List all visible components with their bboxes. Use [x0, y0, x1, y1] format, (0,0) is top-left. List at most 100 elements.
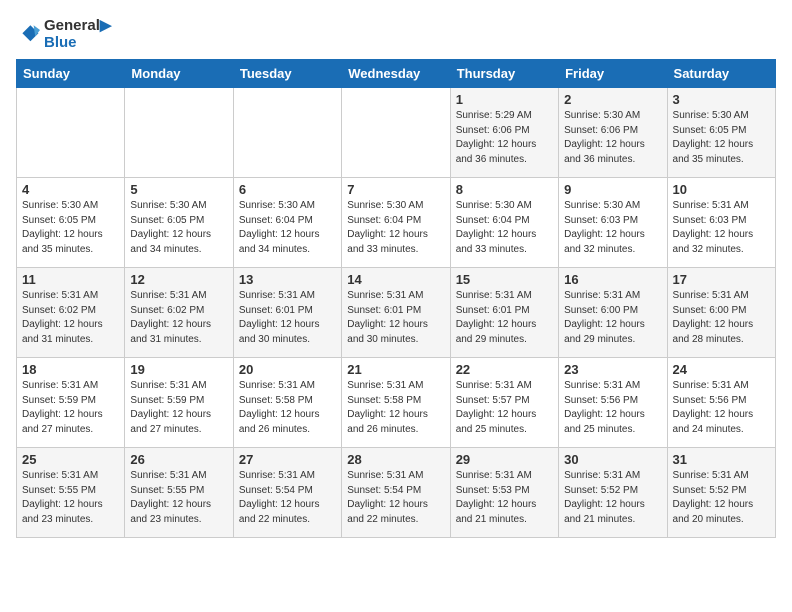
calendar-cell: [233, 88, 341, 178]
day-info: Sunrise: 5:31 AMSunset: 6:00 PMDaylight:…: [673, 289, 770, 347]
calendar-cell: 13Sunrise: 5:31 AMSunset: 6:01 PMDayligh…: [233, 268, 341, 358]
day-info: Sunrise: 5:31 AMSunset: 5:56 PMDaylight:…: [673, 379, 770, 437]
col-thursday: Thursday: [450, 60, 558, 88]
day-number: 16: [564, 272, 661, 287]
calendar-cell: 29Sunrise: 5:31 AMSunset: 5:53 PMDayligh…: [450, 448, 558, 538]
day-info: Sunrise: 5:30 AMSunset: 6:03 PMDaylight:…: [564, 199, 661, 257]
calendar-cell: 30Sunrise: 5:31 AMSunset: 5:52 PMDayligh…: [559, 448, 667, 538]
day-number: 14: [347, 272, 444, 287]
day-info: Sunrise: 5:31 AMSunset: 5:56 PMDaylight:…: [564, 379, 661, 437]
calendar-week-1: 1 Sunrise: 5:29 AMSunset: 6:06 PMDaylight…: [17, 88, 776, 178]
day-info: Sunrise: 5:30 AMSunset: 6:05 PMDaylight:…: [22, 199, 119, 257]
day-number: 30: [564, 452, 661, 467]
calendar-cell: 28 Sunrise: 5:31 AMSunset: 5:54 PMDayligh…: [342, 448, 450, 538]
day-info: Sunrise: 5:31 AMSunset: 5:57 PMDaylight:…: [456, 379, 553, 437]
day-number: 17: [673, 272, 770, 287]
calendar-cell: 14 Sunrise: 5:31 AMSunset: 6:01 PMDayligh…: [342, 268, 450, 358]
day-number: 18: [22, 362, 119, 377]
day-number: 8: [456, 182, 553, 197]
calendar-cell: 11 Sunrise: 5:31 AMSunset: 6:02 PMDayligh…: [17, 268, 125, 358]
calendar-cell: 5 Sunrise: 5:30 AMSunset: 6:05 PMDaylight…: [125, 178, 233, 268]
page-header: General▶ Blue: [16, 16, 776, 51]
col-wednesday: Wednesday: [342, 60, 450, 88]
day-info: Sunrise: 5:30 AMSunset: 6:05 PMDaylight:…: [673, 109, 770, 167]
calendar-cell: [125, 88, 233, 178]
day-number: 25: [22, 452, 119, 467]
calendar-cell: 24Sunrise: 5:31 AMSunset: 5:56 PMDayligh…: [667, 358, 775, 448]
calendar-week-3: 11 Sunrise: 5:31 AMSunset: 6:02 PMDayligh…: [17, 268, 776, 358]
day-number: 26: [130, 452, 227, 467]
col-tuesday: Tuesday: [233, 60, 341, 88]
calendar-cell: 27 Sunrise: 5:31 AMSunset: 5:54 PMDayligh…: [233, 448, 341, 538]
logo: General▶ Blue: [16, 16, 111, 51]
calendar-cell: 18 Sunrise: 5:31 AMSunset: 5:59 PMDayligh…: [17, 358, 125, 448]
day-number: 2: [564, 92, 661, 107]
day-info: Sunrise: 5:31 AMSunset: 5:55 PMDaylight:…: [22, 469, 119, 527]
calendar-cell: 10 Sunrise: 5:31 AMSunset: 6:03 PMDayligh…: [667, 178, 775, 268]
calendar-cell: 16 Sunrise: 5:31 AMSunset: 6:00 PMDayligh…: [559, 268, 667, 358]
day-number: 20: [239, 362, 336, 377]
col-sunday: Sunday: [17, 60, 125, 88]
day-number: 23: [564, 362, 661, 377]
day-info: Sunrise: 5:31 AMSunset: 5:52 PMDaylight:…: [673, 469, 770, 527]
calendar-cell: 31 Sunrise: 5:31 AMSunset: 5:52 PMDayligh…: [667, 448, 775, 538]
day-number: 31: [673, 452, 770, 467]
day-info: Sunrise: 5:30 AMSunset: 6:04 PMDaylight:…: [239, 199, 336, 257]
day-info: Sunrise: 5:30 AMSunset: 6:04 PMDaylight:…: [347, 199, 444, 257]
day-info: Sunrise: 5:30 AMSunset: 6:05 PMDaylight:…: [130, 199, 227, 257]
day-info: Sunrise: 5:31 AMSunset: 5:54 PMDaylight:…: [239, 469, 336, 527]
calendar-cell: 12 Sunrise: 5:31 AMSunset: 6:02 PMDayligh…: [125, 268, 233, 358]
calendar-body: 1 Sunrise: 5:29 AMSunset: 6:06 PMDaylight…: [17, 88, 776, 538]
day-info: Sunrise: 5:31 AMSunset: 5:58 PMDaylight:…: [239, 379, 336, 437]
day-number: 11: [22, 272, 119, 287]
calendar-cell: 15Sunrise: 5:31 AMSunset: 6:01 PMDayligh…: [450, 268, 558, 358]
calendar-cell: 22 Sunrise: 5:31 AMSunset: 5:57 PMDayligh…: [450, 358, 558, 448]
calendar-cell: 2 Sunrise: 5:30 AMSunset: 6:06 PMDaylight…: [559, 88, 667, 178]
day-info: Sunrise: 5:31 AMSunset: 6:02 PMDaylight:…: [130, 289, 227, 347]
day-info: Sunrise: 5:31 AMSunset: 6:00 PMDaylight:…: [564, 289, 661, 347]
calendar-cell: 20 Sunrise: 5:31 AMSunset: 5:58 PMDayligh…: [233, 358, 341, 448]
day-number: 19: [130, 362, 227, 377]
calendar-cell: 25 Sunrise: 5:31 AMSunset: 5:55 PMDayligh…: [17, 448, 125, 538]
calendar-cell: [342, 88, 450, 178]
calendar-cell: 9 Sunrise: 5:30 AMSunset: 6:03 PMDaylight…: [559, 178, 667, 268]
calendar-table: Sunday Monday Tuesday Wednesday Thursday…: [16, 59, 776, 538]
day-info: Sunrise: 5:31 AMSunset: 6:02 PMDaylight:…: [22, 289, 119, 347]
calendar-cell: 26 Sunrise: 5:31 AMSunset: 5:55 PMDayligh…: [125, 448, 233, 538]
calendar-cell: 19 Sunrise: 5:31 AMSunset: 5:59 PMDayligh…: [125, 358, 233, 448]
day-number: 22: [456, 362, 553, 377]
day-info: Sunrise: 5:31 AMSunset: 6:01 PMDaylight:…: [347, 289, 444, 347]
calendar-week-2: 4 Sunrise: 5:30 AMSunset: 6:05 PMDaylight…: [17, 178, 776, 268]
day-info: Sunrise: 5:31 AMSunset: 6:03 PMDaylight:…: [673, 199, 770, 257]
day-number: 1: [456, 92, 553, 107]
calendar-cell: 21Sunrise: 5:31 AMSunset: 5:58 PMDayligh…: [342, 358, 450, 448]
day-info: Sunrise: 5:31 AMSunset: 5:59 PMDaylight:…: [130, 379, 227, 437]
day-info: Sunrise: 5:29 AMSunset: 6:06 PMDaylight:…: [456, 109, 553, 167]
day-info: Sunrise: 5:31 AMSunset: 5:53 PMDaylight:…: [456, 469, 553, 527]
calendar-cell: 3 Sunrise: 5:30 AMSunset: 6:05 PMDaylight…: [667, 88, 775, 178]
day-number: 3: [673, 92, 770, 107]
day-number: 7: [347, 182, 444, 197]
day-info: Sunrise: 5:31 AMSunset: 5:54 PMDaylight:…: [347, 469, 444, 527]
logo-text: General▶ Blue: [44, 16, 111, 51]
col-saturday: Saturday: [667, 60, 775, 88]
day-number: 10: [673, 182, 770, 197]
header-row: Sunday Monday Tuesday Wednesday Thursday…: [17, 60, 776, 88]
day-number: 4: [22, 182, 119, 197]
day-info: Sunrise: 5:31 AMSunset: 5:58 PMDaylight:…: [347, 379, 444, 437]
day-number: 5: [130, 182, 227, 197]
day-number: 12: [130, 272, 227, 287]
day-number: 28: [347, 452, 444, 467]
calendar-cell: 23 Sunrise: 5:31 AMSunset: 5:56 PMDayligh…: [559, 358, 667, 448]
calendar-week-4: 18 Sunrise: 5:31 AMSunset: 5:59 PMDayligh…: [17, 358, 776, 448]
day-info: Sunrise: 5:31 AMSunset: 5:59 PMDaylight:…: [22, 379, 119, 437]
day-number: 15: [456, 272, 553, 287]
logo-icon: [16, 22, 40, 46]
day-number: 9: [564, 182, 661, 197]
day-number: 27: [239, 452, 336, 467]
day-info: Sunrise: 5:30 AMSunset: 6:04 PMDaylight:…: [456, 199, 553, 257]
calendar-cell: 1 Sunrise: 5:29 AMSunset: 6:06 PMDaylight…: [450, 88, 558, 178]
day-info: Sunrise: 5:30 AMSunset: 6:06 PMDaylight:…: [564, 109, 661, 167]
calendar-week-5: 25 Sunrise: 5:31 AMSunset: 5:55 PMDayligh…: [17, 448, 776, 538]
day-info: Sunrise: 5:31 AMSunset: 5:55 PMDaylight:…: [130, 469, 227, 527]
